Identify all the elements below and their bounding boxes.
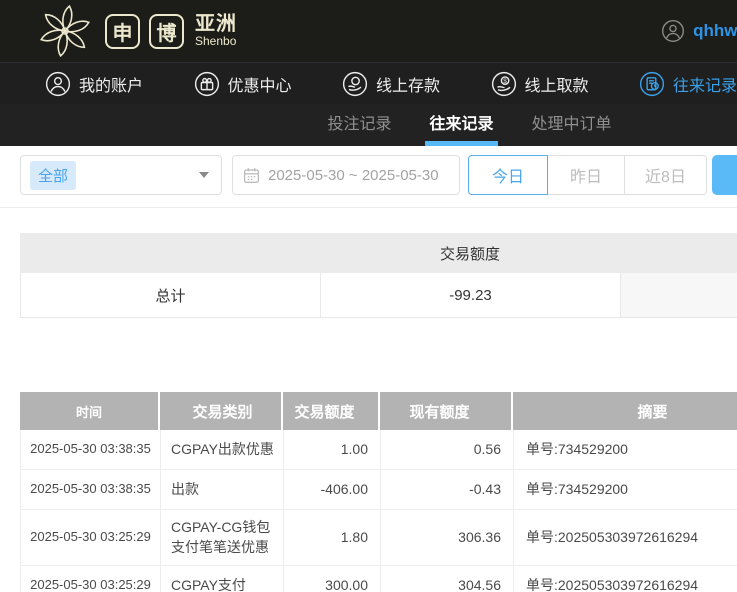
avatar-icon <box>661 19 685 43</box>
filter-row: 全部 2025-05-30 ~ 2025-05-30 今日 昨日 近8日 <box>0 146 737 208</box>
last-8-days-button[interactable]: 近8日 <box>625 155 707 195</box>
type-select-value[interactable]: 全部 <box>30 161 76 190</box>
summary-header-spacer <box>20 233 320 273</box>
cell-time: 2025-05-30 03:25:29 <box>20 510 160 566</box>
cell-summary: 单号:202505303972616294 <box>513 566 737 592</box>
nav-item-promotions[interactable]: 优惠中心 <box>194 71 292 97</box>
top-header: 申 博 亚洲 Shenbo qhhw2 <box>0 0 737 62</box>
summary-amount-header: 交易额度 <box>320 233 620 273</box>
summary-empty-cell <box>620 273 737 318</box>
nav-label: 往来记录 <box>673 72 737 96</box>
chevron-down-icon <box>199 172 209 178</box>
cell-time: 2025-05-30 03:25:29 <box>20 566 160 592</box>
cell-amount: -406.00 <box>283 470 380 510</box>
transactions-table: 时间 交易类别 交易额度 现有额度 摘要 2025-05-30 03:38:35… <box>20 392 737 592</box>
nav-item-withdraw[interactable]: $ 线上取款 <box>491 71 589 97</box>
page: 申 博 亚洲 Shenbo qhhw2 <box>0 0 737 592</box>
calendar-icon <box>243 167 260 184</box>
cell-balance: 0.56 <box>380 430 513 470</box>
site-logo[interactable]: 申 博 亚洲 Shenbo <box>34 1 237 61</box>
summary-header-spacer-right <box>620 233 737 273</box>
nav-item-deposit[interactable]: 线上存款 <box>342 71 440 97</box>
column-header-summary: 摘要 <box>513 392 737 430</box>
logo-char-shen: 申 <box>105 14 140 49</box>
yesterday-button[interactable]: 昨日 <box>548 155 625 195</box>
cell-amount: 1.00 <box>283 430 380 470</box>
cell-balance: 306.36 <box>380 510 513 566</box>
cell-type: CGPAY出款优惠 <box>160 430 283 470</box>
tab-pending-orders[interactable]: 处理中订单 <box>530 104 614 146</box>
cell-time: 2025-05-30 03:38:35 <box>20 470 160 510</box>
withdraw-icon: $ <box>491 71 517 97</box>
nav-label: 我的账户 <box>79 72 143 96</box>
tab-transaction-records[interactable]: 往来记录 <box>427 104 495 146</box>
logo-subtitle: Shenbo <box>195 35 237 48</box>
summary-total-row: 总计 -99.23 <box>20 273 737 318</box>
flower-logo-icon <box>34 1 96 61</box>
nav-item-transactions[interactable]: 往来记录 <box>639 71 737 97</box>
cell-summary: 单号:734529200 <box>513 470 737 510</box>
cell-summary: 单号:202505303972616294 <box>513 510 737 566</box>
summary-table: 交易额度 总计 -99.23 <box>20 233 737 318</box>
column-header-amount: 交易额度 <box>283 392 380 430</box>
main-nav: 我的账户 优惠中心 线上存款 <box>0 62 737 104</box>
logo-region-text: 亚洲 <box>195 14 237 35</box>
deposit-icon <box>342 71 368 97</box>
date-range-input[interactable]: 2025-05-30 ~ 2025-05-30 <box>232 155 460 195</box>
nav-label: 线上存款 <box>376 72 440 96</box>
cell-balance: -0.43 <box>380 470 513 510</box>
username[interactable]: qhhw2 <box>693 21 737 41</box>
header-user[interactable]: qhhw2 <box>661 0 737 62</box>
table-header-row: 时间 交易类别 交易额度 现有额度 摘要 <box>20 392 737 430</box>
column-header-time: 时间 <box>20 392 160 430</box>
column-header-balance: 现有额度 <box>380 392 513 430</box>
cell-type: CGPAY支付 <box>160 566 283 592</box>
quick-date-buttons: 今日 昨日 近8日 <box>468 155 707 195</box>
nav-label: 线上取款 <box>525 72 589 96</box>
search-button[interactable] <box>712 155 737 195</box>
cell-type: 出款 <box>160 470 283 510</box>
cell-summary: 单号:734529200 <box>513 430 737 470</box>
cell-amount: 300.00 <box>283 566 380 592</box>
nav-label: 优惠中心 <box>228 72 292 96</box>
gift-icon <box>194 71 220 97</box>
cell-balance: 304.56 <box>380 566 513 592</box>
type-select[interactable]: 全部 <box>20 155 222 195</box>
subtab-bar: 投注记录 往来记录 处理中订单 <box>0 104 737 146</box>
table-row: 2025-05-30 03:25:29 CGPAY支付 300.00 304.5… <box>20 566 737 592</box>
table-row: 2025-05-30 03:38:35 CGPAY出款优惠 1.00 0.56 … <box>20 430 737 470</box>
today-button[interactable]: 今日 <box>468 155 548 195</box>
user-circle-icon <box>45 71 71 97</box>
cell-amount: 1.80 <box>283 510 380 566</box>
logo-char-bo: 博 <box>149 14 184 49</box>
summary-header-row: 交易额度 <box>20 233 737 273</box>
table-row: 2025-05-30 03:25:29 CGPAY-CG钱包支付笔笔送优惠 1.… <box>20 510 737 566</box>
table-row: 2025-05-30 03:38:35 出款 -406.00 -0.43 单号:… <box>20 470 737 510</box>
tab-betting-records[interactable]: 投注记录 <box>325 104 393 146</box>
svg-text:$: $ <box>503 77 507 84</box>
cell-type: CGPAY-CG钱包支付笔笔送优惠 <box>160 510 283 566</box>
column-header-type: 交易类别 <box>160 392 283 430</box>
records-icon <box>639 71 665 97</box>
nav-item-my-account[interactable]: 我的账户 <box>45 71 143 97</box>
summary-total-label: 总计 <box>20 273 320 318</box>
summary-total-value: -99.23 <box>320 273 620 318</box>
cell-time: 2025-05-30 03:38:35 <box>20 430 160 470</box>
date-range-value: 2025-05-30 ~ 2025-05-30 <box>268 167 439 184</box>
